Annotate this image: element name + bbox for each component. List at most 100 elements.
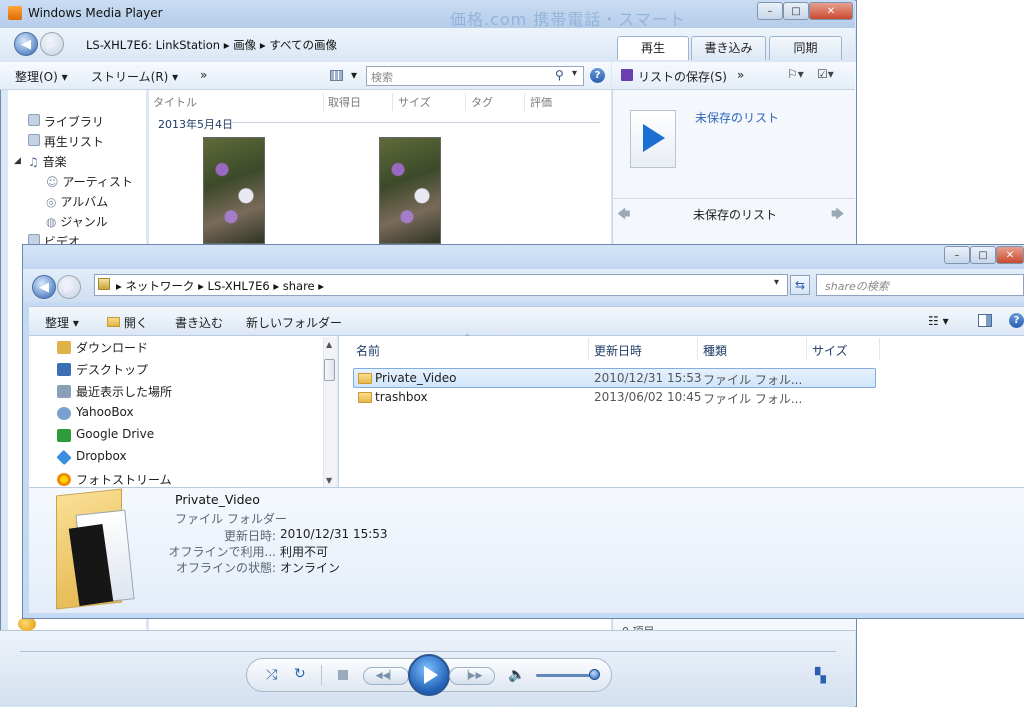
breadcrumb-item[interactable]: 画像 bbox=[233, 38, 256, 52]
preview-pane-icon[interactable] bbox=[978, 314, 992, 327]
nav-item-photostream[interactable]: フォトストリーム bbox=[76, 471, 172, 488]
volume-icon[interactable]: 🔈 bbox=[508, 667, 525, 683]
maximize-button[interactable]: □ bbox=[783, 2, 809, 20]
scroll-up-arrow-icon[interactable]: ▲ bbox=[326, 340, 332, 349]
column-header-tag[interactable]: タグ bbox=[471, 94, 493, 110]
tab-burn[interactable]: 書き込み bbox=[691, 36, 766, 60]
explorer-titlebar[interactable] bbox=[23, 245, 1024, 269]
explorer-minimize-button[interactable]: – bbox=[944, 246, 970, 264]
wmp-search-input[interactable]: 検索 bbox=[366, 66, 584, 86]
close-button[interactable]: ✕ bbox=[809, 2, 853, 20]
explorer-help-icon[interactable]: ? bbox=[1009, 313, 1024, 328]
help-icon[interactable]: ? bbox=[590, 68, 605, 83]
nav-item-label: 再生リスト bbox=[43, 135, 104, 149]
breadcrumb-separator-icon: ▸ bbox=[259, 38, 270, 52]
new-folder-button[interactable]: 新しいフォルダー bbox=[246, 314, 342, 331]
explorer-forward-button[interactable]: ▶ bbox=[57, 275, 81, 299]
nav-item-google-drive[interactable]: Google Drive bbox=[76, 427, 154, 441]
nav-item-playlist[interactable]: 再生リスト bbox=[28, 133, 104, 150]
explorer-close-button[interactable]: ✕ bbox=[996, 246, 1024, 264]
column-header-name[interactable]: 名前 bbox=[356, 342, 380, 359]
file-name[interactable]: Private_Video bbox=[375, 371, 456, 390]
stream-menu[interactable]: ストリーム(R) ▾ bbox=[91, 68, 178, 85]
back-button[interactable]: ◀ bbox=[14, 32, 38, 56]
nav-item-genre[interactable]: ◍ ジャンル bbox=[46, 213, 108, 230]
nav-item-album[interactable]: ◎ アルバム bbox=[46, 193, 108, 210]
nav-item-library[interactable]: ライブラリ bbox=[28, 113, 104, 130]
list-overflow-button[interactable]: » bbox=[737, 68, 744, 82]
switch-to-now-playing-icon[interactable]: ▚ bbox=[815, 668, 826, 684]
clear-list-icon[interactable]: ☑▾ bbox=[817, 67, 834, 81]
repeat-icon[interactable]: ↻ bbox=[294, 666, 306, 682]
next-button[interactable]: ▕▶▶ bbox=[449, 667, 495, 685]
column-separator bbox=[588, 338, 589, 360]
details-value: オンライン bbox=[280, 561, 341, 575]
nav-item-music[interactable]: ♫ 音楽 bbox=[28, 153, 67, 170]
column-header-rating[interactable]: 評価 bbox=[530, 94, 552, 110]
column-header-modified[interactable]: 更新日時 bbox=[594, 342, 642, 359]
music-icon: ♫ bbox=[28, 155, 39, 169]
nav-item-dropbox[interactable]: Dropbox bbox=[76, 449, 127, 463]
explorer-maximize-button[interactable]: □ bbox=[970, 246, 996, 264]
breadcrumb-separator-icon: ▸ bbox=[273, 279, 283, 293]
divider bbox=[612, 198, 855, 199]
forward-button[interactable]: ▶ bbox=[40, 32, 64, 56]
scroll-down-arrow-icon[interactable]: ▼ bbox=[326, 476, 332, 485]
shuffle-icon[interactable]: ⤮ bbox=[266, 667, 277, 683]
column-header-size[interactable]: サイズ bbox=[398, 94, 431, 110]
minimize-button[interactable]: – bbox=[757, 2, 783, 20]
wmp-window-title: Windows Media Player bbox=[28, 6, 163, 20]
breadcrumb-item[interactable]: LS-XHL7E6 bbox=[208, 279, 270, 293]
image-thumbnail[interactable] bbox=[379, 137, 441, 244]
open-button[interactable]: 開く bbox=[107, 314, 148, 331]
breadcrumb-item[interactable]: share bbox=[283, 279, 315, 293]
refresh-button[interactable]: ⇆ bbox=[790, 275, 810, 295]
tab-sync[interactable]: 同期 bbox=[769, 36, 842, 60]
breadcrumb-item[interactable]: すべての画像 bbox=[269, 38, 337, 52]
next-list-arrow-icon[interactable]: 🡆 bbox=[831, 205, 844, 227]
column-header-type[interactable]: 種類 bbox=[703, 342, 727, 359]
view-options-icon[interactable] bbox=[330, 70, 343, 81]
volume-slider-knob[interactable] bbox=[589, 669, 600, 680]
burn-button[interactable]: 書き込む bbox=[175, 314, 223, 331]
previous-button[interactable]: ◀◀▏ bbox=[363, 667, 409, 685]
column-header-date-taken[interactable]: 取得日 bbox=[328, 94, 361, 110]
seek-bar[interactable] bbox=[20, 651, 836, 652]
scrollbar-thumb[interactable] bbox=[324, 359, 335, 381]
explorer-search-input[interactable]: shareの検索 bbox=[816, 274, 1024, 296]
organize-menu[interactable]: 整理(O) ▾ bbox=[15, 68, 68, 85]
column-header-size[interactable]: サイズ bbox=[812, 342, 848, 359]
change-view-icon[interactable]: ☷ ▾ bbox=[928, 314, 949, 328]
organize-label: 整理 bbox=[45, 316, 70, 330]
view-options-chevron-icon[interactable]: ▾ bbox=[351, 68, 357, 82]
breadcrumb-item[interactable]: LS-XHL7E6: LinkStation bbox=[86, 38, 220, 52]
nav-item-yahoobox[interactable]: YahooBox bbox=[76, 405, 134, 419]
search-chevron-down-icon[interactable]: ▾ bbox=[572, 68, 577, 79]
organize-button[interactable]: 整理 ▾ bbox=[45, 314, 79, 331]
breadcrumb-item[interactable]: ネットワーク bbox=[125, 279, 194, 293]
explorer-back-button[interactable]: ◀ bbox=[32, 275, 56, 299]
column-header-title[interactable]: タイトル bbox=[153, 94, 197, 110]
chevron-down-icon: ▾ bbox=[172, 70, 179, 84]
file-name[interactable]: trashbox bbox=[375, 390, 428, 409]
nav-item-artist[interactable]: ☺ アーティスト bbox=[46, 173, 133, 190]
unsaved-list-link[interactable]: 未保存のリスト bbox=[695, 109, 779, 126]
back-arrow-icon: ◀ bbox=[21, 37, 31, 52]
image-thumbnail[interactable] bbox=[203, 137, 265, 244]
save-list-button[interactable]: リストの保存(S) bbox=[638, 68, 727, 85]
column-separator bbox=[465, 93, 466, 111]
search-icon[interactable]: ⚲ bbox=[555, 68, 564, 82]
toolbar-overflow-button[interactable]: » bbox=[200, 68, 207, 82]
nav-item-desktop[interactable]: デスクトップ bbox=[76, 361, 148, 378]
back-arrow-icon: ◀ bbox=[39, 280, 49, 295]
address-history-chevron-icon[interactable]: ▾ bbox=[774, 277, 779, 288]
chevron-down-icon: ▾ bbox=[72, 316, 79, 330]
list-options-icon[interactable]: ⚐▾ bbox=[787, 67, 804, 81]
stop-icon[interactable] bbox=[338, 670, 348, 680]
tab-play[interactable]: 再生 bbox=[617, 36, 689, 60]
expand-triangle-icon[interactable]: ◢ bbox=[14, 156, 21, 166]
now-playing-icon[interactable] bbox=[18, 617, 36, 631]
nav-item-recent-places[interactable]: 最近表示した場所 bbox=[76, 383, 172, 400]
nav-item-downloads[interactable]: ダウンロード bbox=[76, 339, 148, 356]
previous-list-arrow-icon[interactable]: 🡄 bbox=[617, 205, 630, 227]
